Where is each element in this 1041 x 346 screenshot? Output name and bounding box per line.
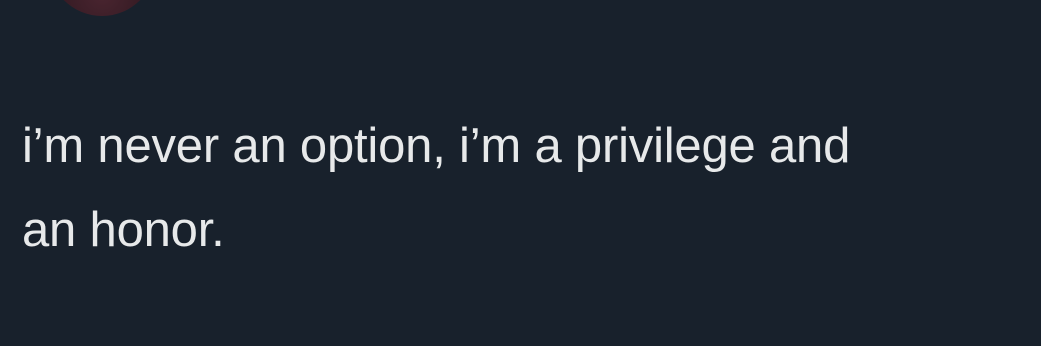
tweet-text: i’m never an option, i’m a privilege and… <box>22 104 1041 272</box>
tweet-text-line: an honor. <box>22 203 225 257</box>
avatar[interactable] <box>48 0 156 16</box>
tweet-text-line: i’m never an option, i’m a privilege and <box>22 119 851 173</box>
